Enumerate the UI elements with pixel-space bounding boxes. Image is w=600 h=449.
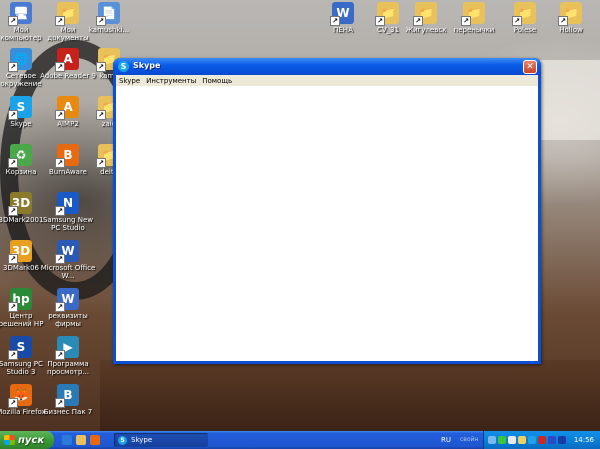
tray-n-icon[interactable] bbox=[558, 436, 566, 444]
desktop-icon-label: Samsung New PC Studio bbox=[42, 216, 93, 232]
polese-icon: 📁 bbox=[512, 2, 536, 26]
tray-skype-icon[interactable] bbox=[528, 436, 536, 444]
hp-center-icon: hp bbox=[8, 288, 32, 312]
menu-bar: Skype Инструменты Помощь bbox=[116, 75, 538, 86]
desktop-icon-prosmotr[interactable]: ▶Программа просмотр... bbox=[39, 336, 97, 376]
wallpaper-window-frame bbox=[540, 60, 600, 140]
desktop-icon-label: Microsoft Office W... bbox=[40, 264, 96, 280]
skype-icon: S bbox=[118, 61, 129, 72]
title-bar[interactable]: S Skype ✕ bbox=[113, 58, 541, 75]
biznes-pack-icon: B bbox=[55, 384, 79, 408]
window-title: Skype bbox=[133, 61, 161, 70]
clock[interactable]: 14:56 bbox=[574, 436, 594, 444]
language-indicator[interactable]: RU bbox=[441, 436, 451, 444]
close-button[interactable]: ✕ bbox=[523, 60, 537, 74]
quick-launch-ie-icon[interactable] bbox=[62, 435, 72, 445]
windows-flag-icon bbox=[4, 435, 15, 445]
tray-sound-icon[interactable] bbox=[518, 436, 526, 444]
taskbar-item-skype[interactable]: S Skype bbox=[114, 433, 208, 447]
samsung-pc-studio3-icon: S bbox=[8, 336, 32, 360]
burnaware-icon: B bbox=[55, 144, 79, 168]
taskbar: пуск S Skype RU свойн 14:56 bbox=[0, 431, 600, 449]
zhigulevsk-icon: 📁 bbox=[413, 2, 437, 26]
start-label: пуск bbox=[18, 434, 45, 446]
skype-icon: S bbox=[118, 435, 127, 445]
office-word-icon: W bbox=[55, 240, 79, 264]
hollow-icon: 📁 bbox=[558, 2, 582, 26]
3dmark06-icon: 3D bbox=[8, 240, 32, 264]
menu-item-tools[interactable]: Инструменты bbox=[146, 77, 196, 85]
desktop-icon-hollow[interactable]: 📁Hollow bbox=[542, 2, 600, 34]
language-state: свойн bbox=[460, 436, 479, 443]
aimp2-icon: A bbox=[55, 96, 79, 120]
kamushki-icon: 📄 bbox=[96, 2, 120, 26]
desktop-icon-label: Бизнес Пак 7 bbox=[43, 408, 93, 416]
desktop-icon-label: Программа просмотр... bbox=[47, 360, 89, 376]
menu-item-skype[interactable]: Skype bbox=[119, 77, 140, 85]
perenychki-icon: 📁 bbox=[461, 2, 485, 26]
taskbar-item-label: Skype bbox=[131, 436, 153, 444]
network-icon: 🌐 bbox=[8, 48, 32, 72]
recycle-bin-icon: ♻ bbox=[8, 144, 32, 168]
desktop-icon-biznes-pack[interactable]: BБизнес Пак 7 bbox=[39, 384, 97, 416]
tray-bluetooth-icon[interactable] bbox=[548, 436, 556, 444]
tray-arrow-icon[interactable] bbox=[488, 436, 496, 444]
desktop-icon-kamushki[interactable]: 📄kamushki... bbox=[80, 2, 138, 34]
tray-antivirus-icon[interactable] bbox=[538, 436, 546, 444]
skype-window[interactable]: S Skype ✕ Skype Инструменты Помощь bbox=[113, 58, 541, 364]
menu-item-help[interactable]: Помощь bbox=[202, 77, 232, 85]
desktop-icon-samsung-new[interactable]: NSamsung New PC Studio bbox=[39, 192, 97, 232]
tray-network-icon[interactable] bbox=[508, 436, 516, 444]
desktop-icon-office-word[interactable]: WMicrosoft Office W... bbox=[39, 240, 97, 280]
samsung-new-icon: N bbox=[55, 192, 79, 216]
pena-icon: W bbox=[330, 2, 354, 26]
sv31-icon: 📁 bbox=[375, 2, 399, 26]
adobe-reader-icon: A bbox=[55, 48, 79, 72]
desktop-icon-label: перенычки bbox=[453, 26, 495, 34]
desktop-icon-rekvizity[interactable]: Wреквизиты фирмы bbox=[39, 288, 97, 328]
my-documents-icon: 📁 bbox=[55, 2, 79, 26]
desktop-icon-perenychki[interactable]: 📁перенычки bbox=[445, 2, 503, 34]
wallpaper-floor bbox=[100, 360, 600, 435]
desktop-icon-label: Hollow bbox=[559, 26, 583, 34]
firefox-icon: 🦊 bbox=[8, 384, 32, 408]
window-client-area bbox=[116, 86, 538, 361]
tray-shield-icon[interactable] bbox=[498, 436, 506, 444]
system-tray: 14:56 bbox=[483, 431, 600, 449]
prosmotr-icon: ▶ bbox=[55, 336, 79, 360]
quick-launch-desktop-icon[interactable] bbox=[76, 435, 86, 445]
quick-launch-firefox-icon[interactable] bbox=[90, 435, 100, 445]
my-computer-icon: 🖥 bbox=[8, 2, 32, 26]
desktop-icon-label: kamushki... bbox=[88, 26, 130, 34]
start-button[interactable]: пуск bbox=[0, 431, 54, 449]
3dmark2001-icon: 3D bbox=[8, 192, 32, 216]
skype-icon: S bbox=[8, 96, 32, 120]
desktop-icon-label: реквизиты фирмы bbox=[48, 312, 88, 328]
rekvizity-icon: W bbox=[55, 288, 79, 312]
